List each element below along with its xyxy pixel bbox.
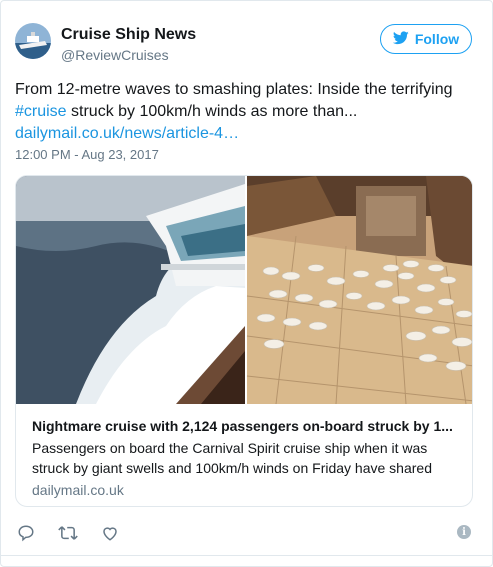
tweet-text-part2: struck by 100km/h winds as more than... (66, 103, 358, 120)
card-domain: dailymail.co.uk (32, 482, 124, 498)
card-image (16, 176, 472, 404)
embedded-tweet: Cruise Ship News @ReviewCruises Follow F… (0, 0, 493, 567)
divider (1, 555, 493, 556)
follow-button[interactable]: Follow (380, 24, 472, 54)
tweet-text-part1: From 12-metre waves to smashing plates: … (15, 81, 453, 98)
card-title[interactable]: Nightmare cruise with 2,124 passengers o… (32, 418, 462, 434)
twitter-bird-icon (392, 30, 409, 48)
ship-deck-waves-photo (16, 176, 245, 404)
tweet-timestamp[interactable]: 12:00 PM - Aug 23, 2017 (15, 147, 159, 162)
smashed-plates-floor-photo (246, 176, 472, 404)
tweet-text: From 12-metre waves to smashing plates: … (15, 79, 475, 145)
author-name[interactable]: Cruise Ship News (61, 26, 196, 44)
like-icon[interactable] (99, 522, 121, 544)
article-link[interactable]: dailymail.co.uk/news/article-4… (15, 125, 239, 142)
reply-icon[interactable] (15, 522, 37, 544)
retweet-icon[interactable] (57, 522, 79, 544)
follow-label: Follow (414, 31, 460, 47)
tweet-actions (15, 522, 141, 544)
hashtag-link[interactable]: #cruise (15, 103, 67, 120)
author-avatar[interactable] (15, 23, 51, 59)
author-handle[interactable]: @ReviewCruises (61, 47, 169, 63)
card-description: Passengers on board the Carnival Spirit … (32, 440, 432, 476)
info-icon[interactable]: i (457, 525, 471, 539)
link-card[interactable]: Nightmare cruise with 2,124 passengers o… (15, 175, 473, 507)
